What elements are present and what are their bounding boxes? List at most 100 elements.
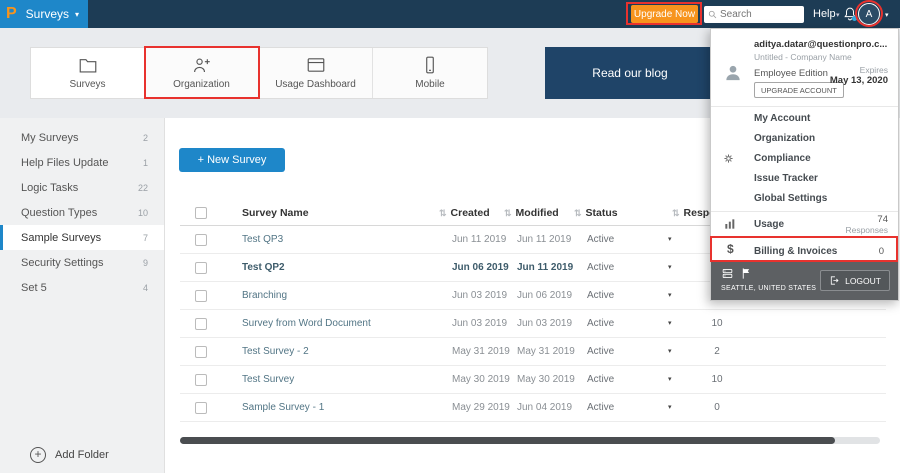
menu-item-organization[interactable]: Organization: [754, 129, 884, 149]
responses-count: 10: [711, 318, 723, 329]
folder-label: Question Types: [21, 206, 98, 219]
user-avatar[interactable]: A: [858, 3, 880, 25]
horizontal-scrollbar-track[interactable]: [180, 437, 880, 444]
user-menu-footer: SEATTLE, UNITED STATES LOGOUT: [711, 261, 898, 300]
survey-name-link[interactable]: Sample Survey - 1: [242, 394, 324, 422]
row-checkbox[interactable]: [195, 262, 207, 274]
survey-name-link[interactable]: Test Survey: [242, 366, 294, 394]
responses-count: 10: [711, 374, 723, 385]
row-checkbox[interactable]: [195, 402, 207, 414]
notifications-bell-icon[interactable]: [843, 6, 857, 22]
survey-name-link[interactable]: Branching: [242, 282, 287, 310]
search-input[interactable]: [720, 9, 800, 20]
created-date: May 30 2019: [452, 374, 510, 385]
column-header-modified[interactable]: ⇅ Modified: [504, 200, 559, 226]
tab-label: Organization: [173, 79, 230, 90]
status-dropdown-caret[interactable]: ▾: [668, 394, 672, 422]
row-checkbox[interactable]: [195, 290, 207, 302]
folder-count: 9: [142, 257, 148, 268]
sidebar-item-sample-surveys[interactable]: Sample Surveys 7: [0, 225, 164, 250]
column-header-survey-name[interactable]: Survey Name: [242, 200, 309, 226]
table-row: Test Survey - 2 May 31 2019 May 31 2019 …: [180, 338, 886, 366]
search-icon: [708, 10, 717, 19]
gear-icon: [724, 154, 733, 163]
notification-badge: [852, 16, 857, 21]
folder-label: Security Settings: [21, 256, 104, 269]
row-checkbox[interactable]: [195, 234, 207, 246]
product-menu[interactable]: P Surveys ▾: [0, 0, 88, 28]
status-dropdown-caret[interactable]: ▾: [668, 338, 672, 366]
modified-date: May 30 2019: [517, 374, 575, 385]
chevron-down-icon: ▾: [75, 9, 80, 19]
select-all-checkbox[interactable]: [195, 207, 207, 219]
upgrade-now-button[interactable]: Upgrade Now: [631, 5, 698, 23]
survey-name-link[interactable]: Test QP3: [242, 226, 283, 254]
column-header-status[interactable]: ⇅ Status: [574, 200, 618, 226]
menu-item-usage[interactable]: Usage: [754, 219, 784, 230]
menu-item-global-settings[interactable]: Global Settings: [754, 189, 884, 209]
plus-circle-icon: [30, 447, 46, 463]
dashboard-icon: [307, 58, 324, 72]
sidebar-item-help-files-update[interactable]: Help Files Update 1: [0, 150, 164, 175]
survey-name-link[interactable]: Survey from Word Document: [242, 310, 371, 338]
dollar-icon: $: [727, 242, 734, 256]
status-value: Active: [587, 234, 615, 245]
created-date: Jun 11 2019: [452, 234, 507, 245]
folder-count: 10: [137, 207, 148, 218]
survey-name-link[interactable]: Test Survey - 2: [242, 338, 309, 366]
row-checkbox[interactable]: [195, 318, 207, 330]
user-email: aditya.datar@questionpro.c...: [754, 39, 888, 50]
folders-sidebar: My Surveys 2 Help Files Update 1 Logic T…: [0, 118, 165, 473]
server-icon: [722, 269, 733, 278]
status-dropdown-caret[interactable]: ▾: [668, 366, 672, 394]
logout-button[interactable]: LOGOUT: [820, 270, 890, 291]
tab-organization[interactable]: Organization: [145, 48, 259, 98]
status-dropdown-caret[interactable]: ▾: [668, 282, 672, 310]
responses-count: 2: [714, 346, 720, 357]
person-icon: [726, 65, 740, 81]
menu-item-compliance[interactable]: Compliance: [754, 149, 884, 169]
sidebar-item-security-settings[interactable]: Security Settings 9: [0, 250, 164, 275]
modified-date: Jun 11 2019: [517, 234, 572, 245]
sidebar-item-my-surveys[interactable]: My Surveys 2: [0, 125, 164, 150]
created-date: May 31 2019: [452, 346, 510, 357]
table-row: Sample Survey - 1 May 29 2019 Jun 04 201…: [180, 394, 886, 422]
add-folder-button[interactable]: Add Folder: [30, 447, 109, 463]
sidebar-item-logic-tasks[interactable]: Logic Tasks 22: [0, 175, 164, 200]
tab-surveys[interactable]: Surveys: [31, 48, 145, 98]
sidebar-item-question-types[interactable]: Question Types 10: [0, 200, 164, 225]
tab-usage-dashboard[interactable]: Usage Dashboard: [259, 48, 373, 98]
column-header-label: Created: [450, 207, 490, 219]
menu-item-my-account[interactable]: My Account: [754, 109, 884, 129]
status-value: Active: [587, 262, 615, 273]
survey-name-link[interactable]: Test QP2: [242, 254, 285, 282]
sort-icon: ⇅: [574, 208, 582, 218]
tab-label: Usage Dashboard: [275, 79, 356, 90]
folder-count: 4: [142, 282, 148, 293]
menu-item-issue-tracker[interactable]: Issue Tracker: [754, 169, 884, 189]
tab-label: Surveys: [69, 79, 106, 90]
new-survey-button[interactable]: + New Survey: [179, 148, 285, 172]
row-checkbox[interactable]: [195, 374, 207, 386]
status-dropdown-caret[interactable]: ▾: [668, 226, 672, 254]
column-header-created[interactable]: ⇅ Created: [439, 200, 490, 226]
status-dropdown-caret[interactable]: ▾: [668, 254, 672, 282]
read-our-blog-banner[interactable]: Read our blog: [545, 47, 715, 99]
modified-date: Jun 03 2019: [517, 318, 573, 329]
top-navigation-bar: P Surveys ▾ Upgrade Now Help ▾ A ▾: [0, 0, 900, 28]
help-link[interactable]: Help: [813, 8, 836, 20]
logout-label: LOGOUT: [845, 275, 881, 286]
sidebar-item-set-5[interactable]: Set 5 4: [0, 275, 164, 300]
created-date: May 29 2019: [452, 402, 510, 413]
row-checkbox[interactable]: [195, 346, 207, 358]
sort-icon: ⇅: [504, 208, 512, 218]
flag-icon: [742, 268, 750, 279]
search-box[interactable]: [704, 6, 804, 23]
created-date: Jun 06 2019: [452, 262, 509, 273]
status-dropdown-caret[interactable]: ▾: [668, 310, 672, 338]
status-value: Active: [587, 402, 615, 413]
menu-item-billing-invoices[interactable]: Billing & Invoices: [754, 246, 837, 257]
folder-label: Set 5: [21, 281, 47, 294]
tab-mobile[interactable]: Mobile: [373, 48, 487, 98]
horizontal-scrollbar-thumb[interactable]: [180, 437, 835, 444]
